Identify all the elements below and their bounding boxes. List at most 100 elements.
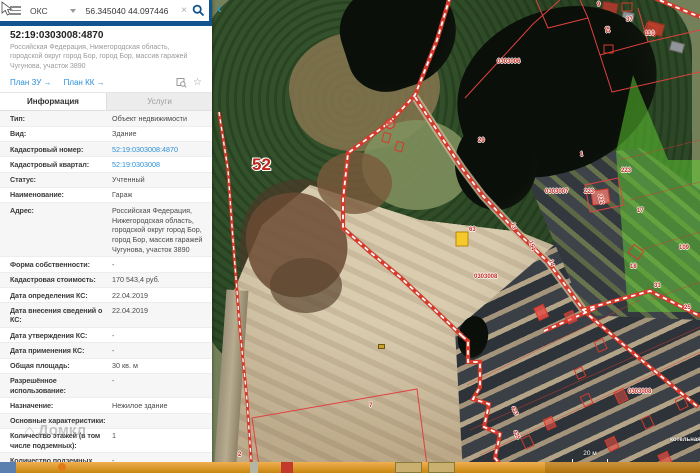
search-button[interactable]	[192, 4, 205, 17]
plan-kk-link[interactable]: План КК →	[64, 78, 105, 87]
tab-services[interactable]: Услуги	[106, 93, 212, 111]
info-row-value: -	[112, 259, 115, 269]
info-row: Адрес: Российская Федерация, Нижегородска…	[0, 203, 212, 258]
map-label: 0303006	[497, 59, 521, 65]
info-row: Статус: Учтенный	[0, 172, 212, 188]
map-green-zone	[616, 75, 700, 312]
info-row: Разрешённое использование: -	[0, 373, 212, 399]
bottom-bar-segment	[395, 462, 422, 473]
info-row-label: Дата применения КС:	[10, 345, 85, 355]
map-label: 110	[645, 31, 655, 37]
map-label: 1	[580, 152, 584, 158]
info-row-label: Кадастровый квартал:	[10, 159, 89, 169]
panel-tabs: Информация Услуги	[0, 92, 212, 112]
cadastral-number-title: 52:19:0303008:4870	[10, 30, 104, 41]
info-row: Кадастровый квартал: 52:19:0303008	[0, 157, 212, 173]
map-label: 29	[478, 138, 485, 144]
info-row-label: Вид:	[10, 129, 27, 139]
sidebar-collapse-chevron[interactable]: ‹	[217, 0, 222, 18]
info-row-value	[110, 416, 212, 426]
info-row: Назначение: Нежилое здание	[0, 398, 212, 414]
info-row-label: Дата внесения сведений о КС:	[10, 305, 103, 325]
map-scale-text: 20 м	[583, 450, 597, 457]
info-row-value: Нежилое здание	[112, 401, 168, 411]
object-header: 52:19:0303008:4870 Российская Федерация,…	[0, 26, 212, 73]
info-row-label: Кадастровая стоимость:	[10, 275, 96, 285]
zoom-to-extent-icon[interactable]	[176, 77, 187, 89]
map-label: 31	[654, 283, 661, 289]
info-row: Кадастровая стоимость: 170 543,4 руб.	[0, 272, 212, 288]
search-input[interactable]	[83, 4, 179, 17]
info-row-value: 22.04.2019	[112, 290, 148, 300]
info-row-label: Дата определения КС:	[10, 290, 88, 300]
info-row-label: Адрес:	[10, 205, 34, 215]
map-label: 0303008	[628, 389, 652, 395]
info-row-value: Российская Федерация, Нижегородская обла…	[112, 205, 203, 254]
info-row: Дата применения КС: -	[0, 343, 212, 359]
info-row-label: Разрешённое использование:	[10, 376, 66, 395]
info-row-value: -	[112, 330, 115, 340]
cadastral-overlay	[217, 0, 700, 473]
map-label: 223	[584, 189, 595, 195]
map-label: 52	[252, 155, 271, 174]
info-row-label: Дата утверждения КС:	[10, 330, 88, 340]
info-row-value: Объект недвижимости	[112, 113, 187, 123]
info-row: Тип: Объект недвижимости	[0, 111, 212, 127]
search-type-dropdown[interactable]: ОКС	[30, 6, 76, 16]
info-row-label: Основные характеристики:	[10, 416, 106, 426]
info-row-value: 22.04.2019	[112, 305, 148, 315]
info-row-label: Наименование:	[10, 190, 64, 200]
bottom-bar-segment	[250, 462, 258, 473]
chevron-down-icon	[69, 8, 76, 13]
search-bar: ОКС ×	[0, 0, 212, 26]
map-label: котельная	[670, 437, 700, 443]
map-label: 17	[637, 208, 644, 214]
clear-search-icon[interactable]: ×	[178, 5, 190, 16]
info-row: Основные характеристики:	[0, 413, 212, 429]
map-label: 82	[603, 26, 611, 34]
map-label: 2	[238, 452, 242, 458]
bottom-bar-segment	[58, 463, 66, 471]
favorite-star-icon[interactable]: ☆	[193, 77, 202, 88]
map-label: 37	[626, 17, 633, 23]
info-row-value: 30 кв. м	[112, 361, 138, 371]
info-row-value: Учтенный	[112, 175, 145, 185]
plan-zu-link[interactable]: План ЗУ →	[10, 78, 52, 87]
map-label: 0303008	[474, 274, 498, 280]
bottom-bar	[0, 462, 700, 473]
menu-hamburger-icon[interactable]	[10, 5, 21, 17]
info-row-value: Здание	[112, 129, 137, 139]
map-label: 223	[621, 168, 632, 174]
satellite-map[interactable]: 52 0303006 0303007 0303008 0303008 29 9 37 110 82…	[212, 0, 700, 473]
bottom-bar-segment	[545, 462, 700, 473]
object-address-subtitle: Российская Федерация, Нижегородская обла…	[10, 44, 188, 70]
header-action-icons: ☆	[176, 77, 202, 89]
info-row: Общая площадь: 30 кв. м	[0, 359, 212, 374]
info-row-value-link[interactable]: 52:19:0303008	[110, 160, 212, 170]
info-row-label: Тип:	[10, 113, 25, 123]
map-label: 63	[469, 227, 476, 233]
info-row-value-link[interactable]: 52:19:0303008:4870	[110, 145, 212, 155]
bottom-bar-segment	[428, 462, 455, 473]
bottom-bar-segment	[0, 462, 16, 473]
info-row: Количество этажей (в том числе подземных…	[0, 429, 212, 454]
selected-building-highlight	[455, 231, 469, 247]
search-type-label: ОКС	[30, 5, 48, 16]
info-rows: Тип: Объект недвижимости Вид: Здание Кадастр…	[0, 111, 212, 473]
app-window: 52 0303006 0303007 0303008 0303008 29 9 37 110 82…	[0, 0, 700, 473]
info-row-value: 170 543,4 руб.	[112, 275, 160, 285]
info-row: Вид: Здание	[0, 127, 212, 142]
info-row-label: Кадастровый номер:	[10, 144, 84, 154]
info-row-label: Статус:	[10, 175, 36, 185]
map-label: 0303007	[545, 189, 569, 195]
map-label: 109	[679, 245, 690, 251]
info-row: Форма собственности: -	[0, 257, 212, 273]
search-icon	[192, 4, 205, 17]
tab-information[interactable]: Информация	[0, 93, 106, 111]
plan-links-row: План ЗУ → План КК → ☆	[0, 73, 212, 92]
map-label: 9	[597, 2, 601, 8]
info-row-value: -	[112, 345, 115, 355]
map-label: 7	[369, 402, 373, 409]
bottom-bar-segment	[281, 462, 293, 473]
info-row-value: -	[112, 376, 115, 386]
